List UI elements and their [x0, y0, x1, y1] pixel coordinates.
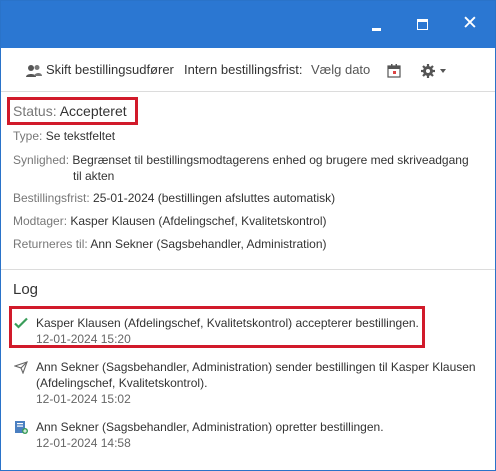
return-label: Returneres til:	[13, 237, 88, 251]
close-button[interactable]: ✕	[455, 10, 485, 38]
settings-menu-button[interactable]	[420, 48, 446, 92]
log-entry-text: Ann Sekner (Sagsbehandler, Administratio…	[36, 360, 476, 374]
toolbar: Skift bestillingsudfører Intern bestilli…	[1, 48, 495, 92]
order-window: ✕ Skift bestillingsudfører Intern bestil…	[0, 0, 496, 471]
calendar-button[interactable]	[387, 48, 401, 92]
visibility-value-cont: til akten	[73, 169, 115, 183]
type-label: Type:	[13, 129, 43, 143]
deadline-row: Bestillingsfrist: 25-01-2024 (bestilling…	[13, 190, 335, 206]
log-entry-text-cont: (Afdelingschef, Kvalitetskontrol).	[36, 376, 208, 390]
deadline-value: 25-01-2024 (bestillingen afsluttes autom…	[93, 191, 336, 205]
type-value: Se tekstfeltet	[45, 129, 116, 143]
chevron-down-icon	[439, 68, 446, 73]
status-value: Accepteret	[59, 103, 127, 119]
log-entry-text: Ann Sekner (Sagsbehandler, Administratio…	[36, 420, 384, 434]
calendar-icon	[387, 63, 401, 78]
log-title: Log	[13, 281, 39, 298]
status: Status: Accepteret	[13, 102, 127, 120]
return-row: Returneres til: Ann Sekner (Sagsbehandle…	[13, 236, 327, 252]
log-entry-time: 12-01-2024 15:02	[36, 392, 131, 406]
type-row: Type: Se tekstfeltet	[13, 128, 115, 144]
log-entry-time: 12-01-2024 15:20	[36, 332, 131, 346]
visibility-value: Begrænset til bestillingsmodtagerens enh…	[72, 153, 469, 167]
status-label: Status:	[13, 103, 57, 119]
log-entry-time: 12-01-2024 14:58	[36, 436, 131, 450]
date-picker-input[interactable]: Vælg dato	[311, 48, 370, 92]
section-divider	[1, 269, 495, 270]
create-document-icon	[15, 421, 28, 434]
recipient-label: Modtager:	[13, 214, 68, 228]
change-orderer-button[interactable]: Skift bestillingsudfører	[26, 48, 174, 92]
send-icon	[14, 361, 28, 374]
users-icon	[26, 64, 42, 77]
visibility-row: Synlighed: Begrænset til bestillingsmodt…	[13, 152, 483, 168]
change-orderer-label: Skift bestillingsudfører	[46, 62, 174, 77]
gear-icon	[421, 63, 435, 78]
internal-deadline-label: Intern bestillingsfrist:	[184, 62, 303, 77]
deadline-label: Bestillingsfrist:	[13, 191, 90, 205]
maximize-button[interactable]	[407, 10, 437, 38]
recipient-value: Kasper Klausen (Afdelingschef, Kvalitets…	[70, 214, 327, 228]
check-icon	[14, 317, 28, 329]
return-value: Ann Sekner (Sagsbehandler, Administratio…	[90, 237, 327, 251]
minimize-button[interactable]	[361, 10, 391, 38]
log-entry-text: Kasper Klausen (Afdelingschef, Kvalitets…	[36, 316, 419, 330]
toolbar-divider	[1, 91, 495, 92]
visibility-label: Synlighed:	[13, 153, 70, 167]
recipient-row: Modtager: Kasper Klausen (Afdelingschef,…	[13, 213, 327, 229]
title-bar: ✕	[1, 1, 495, 48]
